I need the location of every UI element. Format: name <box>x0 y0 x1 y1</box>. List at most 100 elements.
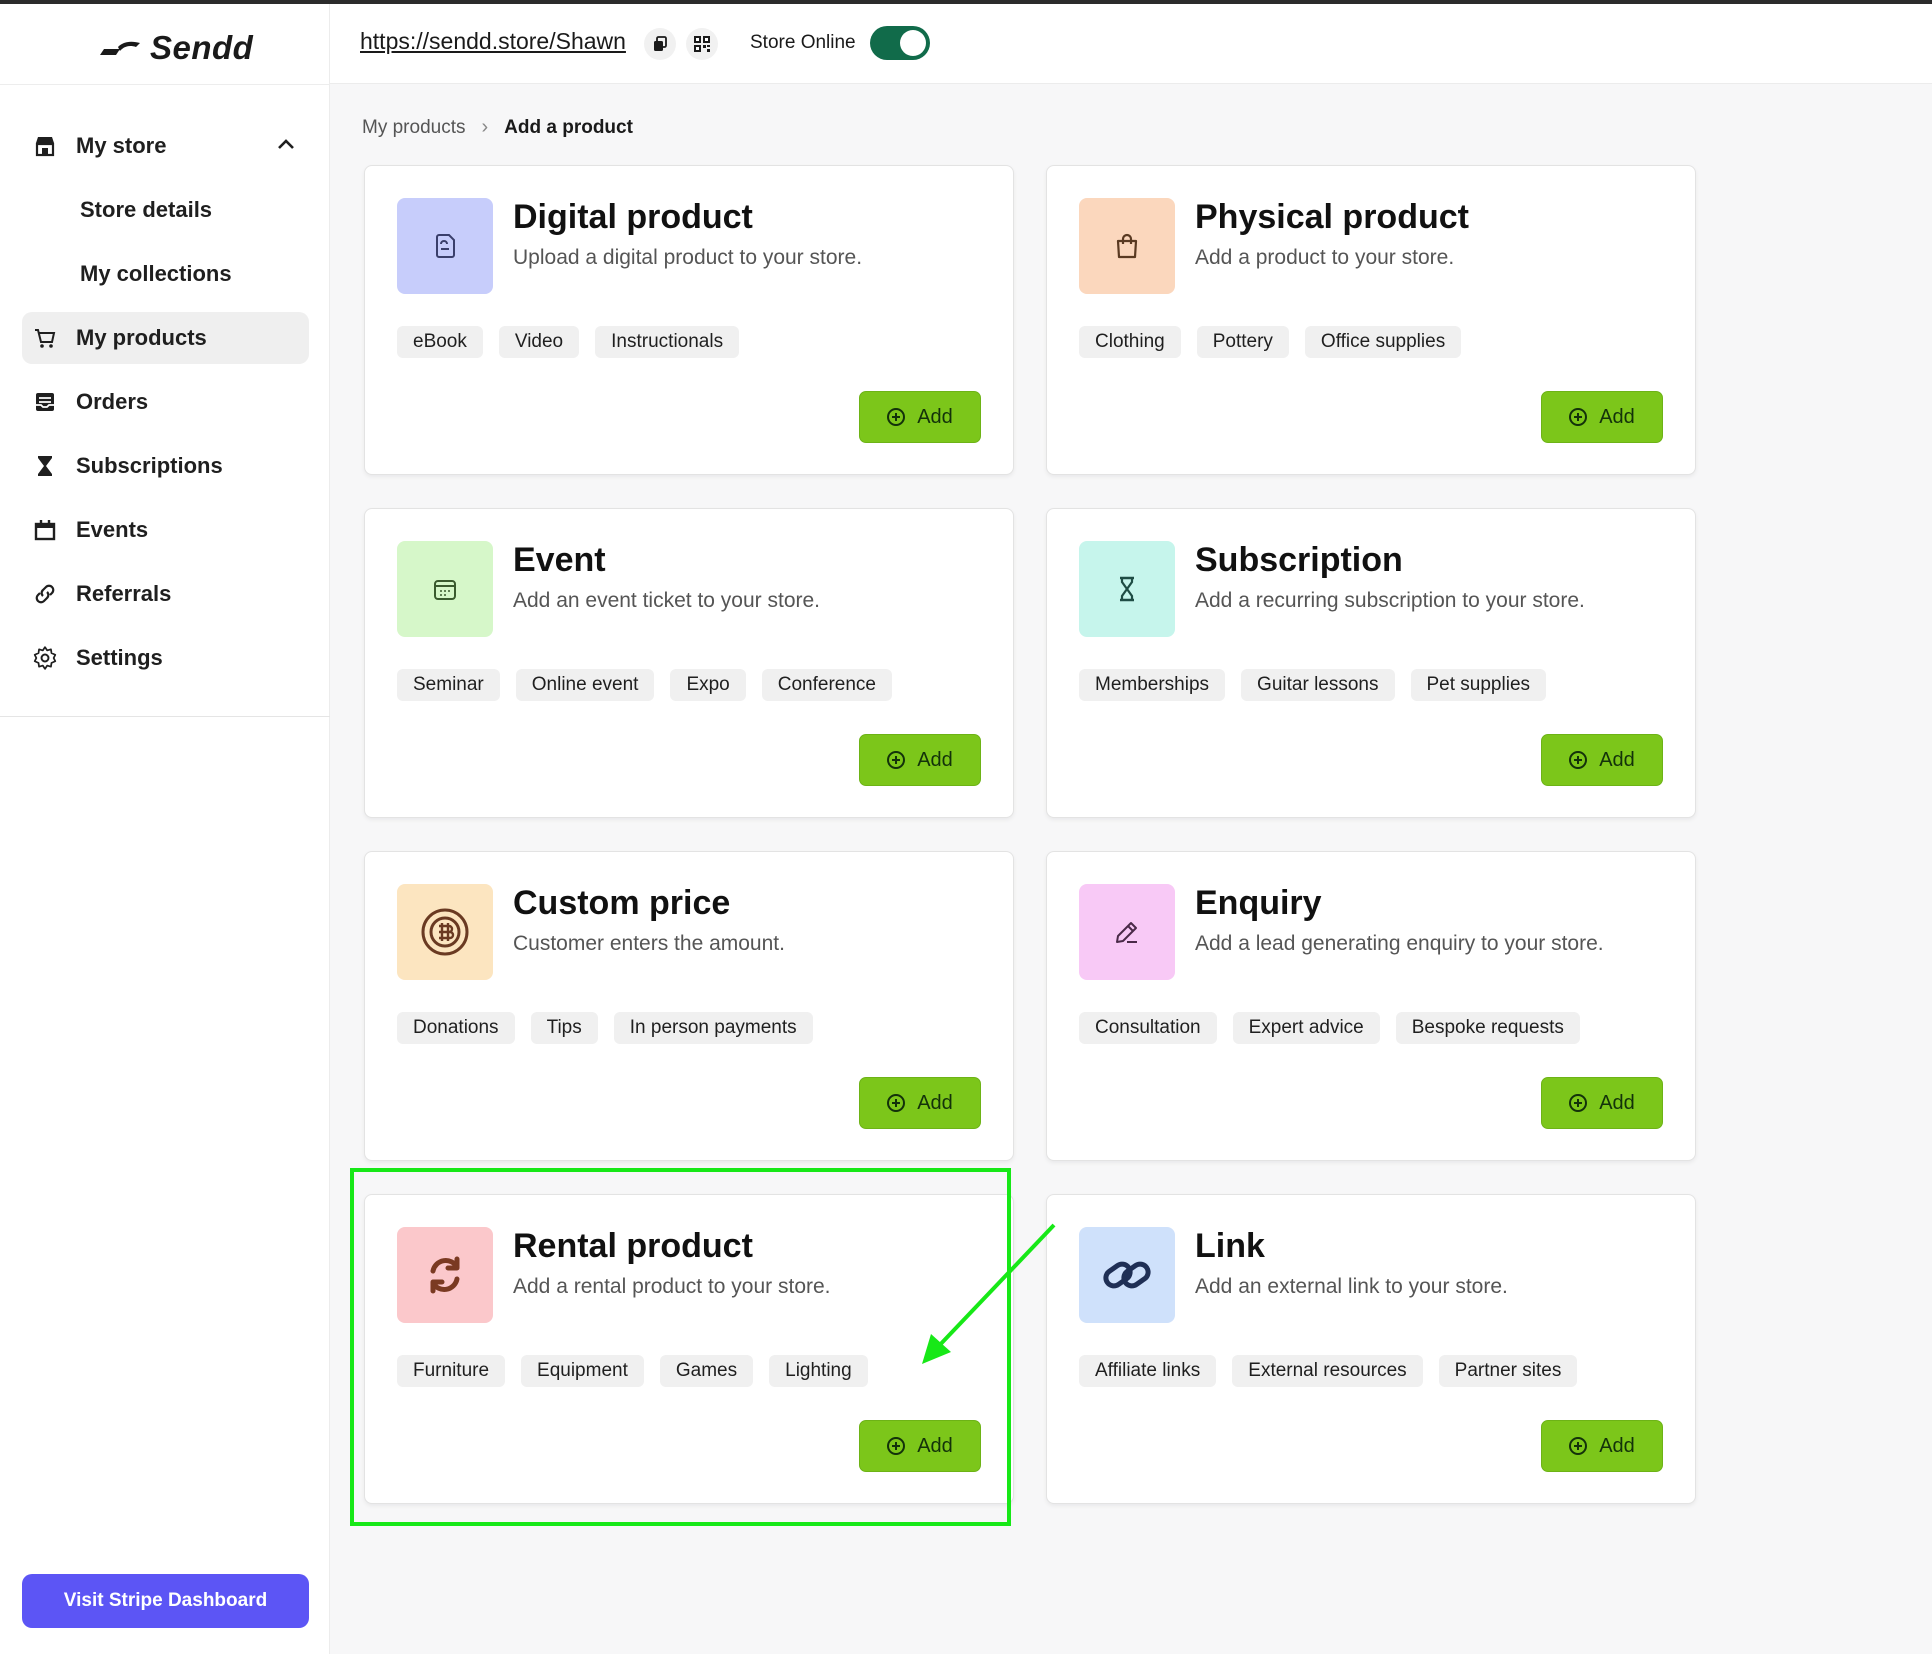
refresh-icon <box>430 1256 460 1294</box>
chip: Online event <box>515 669 655 701</box>
chip: Consultation <box>1079 1012 1217 1044</box>
product-type-card-rental: Rental product Add a rental product to y… <box>364 1194 1014 1504</box>
product-type-tile <box>397 1227 493 1323</box>
product-type-card-event: Event Add an event ticket to your store.… <box>364 508 1014 818</box>
chip-list: Donations Tips In person payments <box>397 1012 813 1044</box>
card-description: Customer enters the amount. <box>513 932 785 955</box>
plus-circle-icon <box>1569 1437 1588 1455</box>
plus-circle-icon <box>887 408 906 426</box>
sidebar-item-label: Subscriptions <box>76 453 223 478</box>
product-type-card-subscription: Subscription Add a recurring subscriptio… <box>1046 508 1696 818</box>
top-header: https://sendd.store/Shawn Store Online <box>330 4 1932 84</box>
chip-list: Memberships Guitar lessons Pet supplies <box>1079 669 1547 701</box>
card-title: Event <box>513 541 606 579</box>
product-type-tile <box>397 198 493 294</box>
card-description: Upload a digital product to your store. <box>513 246 863 269</box>
store-url-link[interactable]: https://sendd.store/Shawn <box>360 28 626 55</box>
copy-icon[interactable] <box>644 28 676 60</box>
product-type-tile <box>1079 198 1175 294</box>
calendar-icon <box>32 517 58 543</box>
chip: Expert advice <box>1232 1012 1380 1044</box>
chip-list: Consultation Expert advice Bespoke reque… <box>1079 1012 1580 1044</box>
add-physical-product-button[interactable]: Add <box>1541 391 1663 443</box>
sidebar-subitem-my-collections[interactable]: My collections <box>22 248 309 300</box>
chip-list: Clothing Pottery Office supplies <box>1079 326 1462 358</box>
sidebar-item-my-store[interactable]: My store <box>22 120 309 172</box>
chevron-up-icon[interactable] <box>277 137 295 155</box>
add-button-label: Add <box>1599 405 1635 428</box>
chip: Bespoke requests <box>1395 1012 1580 1044</box>
sidebar-item-label: Settings <box>76 645 163 670</box>
breadcrumb-my-products[interactable]: My products <box>362 117 465 139</box>
plus-circle-icon <box>887 751 906 769</box>
card-title: Enquiry <box>1195 884 1322 922</box>
add-subscription-button[interactable]: Add <box>1541 734 1663 786</box>
add-rental-product-button[interactable]: Add <box>859 1420 981 1472</box>
product-type-card-physical: Physical product Add a product to your s… <box>1046 165 1696 475</box>
coin-icon <box>421 908 469 956</box>
breadcrumb-current: Add a product <box>504 116 633 138</box>
plus-circle-icon <box>1569 751 1588 769</box>
chip: Seminar <box>397 669 500 701</box>
hourglass-icon <box>1120 576 1134 602</box>
chip: External resources <box>1232 1355 1423 1387</box>
store-icon <box>32 133 58 159</box>
sidebar-divider <box>0 716 330 717</box>
add-event-button[interactable]: Add <box>859 734 981 786</box>
cart-icon <box>32 325 58 351</box>
link-icon <box>32 581 58 607</box>
chip-list: Affiliate links External resources Partn… <box>1079 1355 1578 1387</box>
card-description: Add an external link to your store. <box>1195 1275 1508 1298</box>
product-type-card-digital: Digital product Upload a digital product… <box>364 165 1014 475</box>
card-title: Link <box>1195 1227 1265 1265</box>
product-type-tile <box>1079 541 1175 637</box>
add-button-label: Add <box>917 405 953 428</box>
toggle-knob <box>900 30 926 56</box>
product-type-card-link: Link Add an external link to your store.… <box>1046 1194 1696 1504</box>
link-icon <box>1103 1261 1151 1289</box>
chip: Partner sites <box>1438 1355 1578 1387</box>
add-button-label: Add <box>917 1091 953 1114</box>
visit-stripe-dashboard-button[interactable]: Visit Stripe Dashboard <box>22 1574 309 1628</box>
qr-code-icon[interactable] <box>686 28 718 60</box>
card-description: Add a product to your store. <box>1195 246 1455 269</box>
chip: Memberships <box>1079 669 1226 701</box>
add-custom-price-button[interactable]: Add <box>859 1077 981 1129</box>
card-description: Add a lead generating enquiry to your st… <box>1195 932 1604 955</box>
sidebar-item-settings[interactable]: Settings <box>22 632 309 684</box>
sidebar-item-events[interactable]: Events <box>22 504 309 556</box>
add-button-label: Add <box>1599 748 1635 771</box>
chip: Pet supplies <box>1410 669 1547 701</box>
sidebar-item-label: Orders <box>76 389 149 414</box>
card-title: Custom price <box>513 884 731 922</box>
chip: Guitar lessons <box>1241 669 1395 701</box>
chip: Clothing <box>1079 326 1181 358</box>
chip-list: eBook Video Instructionals <box>397 326 740 358</box>
sidebar-item-label: Referrals <box>76 581 172 606</box>
chip: Furniture <box>397 1355 506 1387</box>
chip: Games <box>659 1355 754 1387</box>
chip: Lighting <box>769 1355 868 1387</box>
chevron-right-icon: › <box>481 116 489 138</box>
chip: Donations <box>397 1012 515 1044</box>
logo[interactable]: Sendd <box>98 26 253 70</box>
sidebar-item-referrals[interactable]: Referrals <box>22 568 309 620</box>
sidebar-item-orders[interactable]: Orders <box>22 376 309 428</box>
add-link-button[interactable]: Add <box>1541 1420 1663 1472</box>
chip: Expo <box>670 669 746 701</box>
plus-circle-icon <box>1569 408 1588 426</box>
card-description: Add a recurring subscription to your sto… <box>1195 589 1585 612</box>
card-description: Add a rental product to your store. <box>513 1275 831 1298</box>
add-button-label: Add <box>1599 1091 1635 1114</box>
add-digital-product-button[interactable]: Add <box>859 391 981 443</box>
shopping-bag-icon <box>1116 233 1138 259</box>
sidebar-item-my-products[interactable]: My products <box>22 312 309 364</box>
store-online-toggle[interactable] <box>870 26 930 60</box>
breadcrumb: My products › Add a product <box>362 116 633 139</box>
plus-circle-icon <box>887 1437 906 1455</box>
product-type-tile <box>1079 1227 1175 1323</box>
chip: Equipment <box>521 1355 644 1387</box>
sidebar-subitem-store-details[interactable]: Store details <box>22 184 309 236</box>
add-enquiry-button[interactable]: Add <box>1541 1077 1663 1129</box>
sidebar-item-subscriptions[interactable]: Subscriptions <box>22 440 309 492</box>
